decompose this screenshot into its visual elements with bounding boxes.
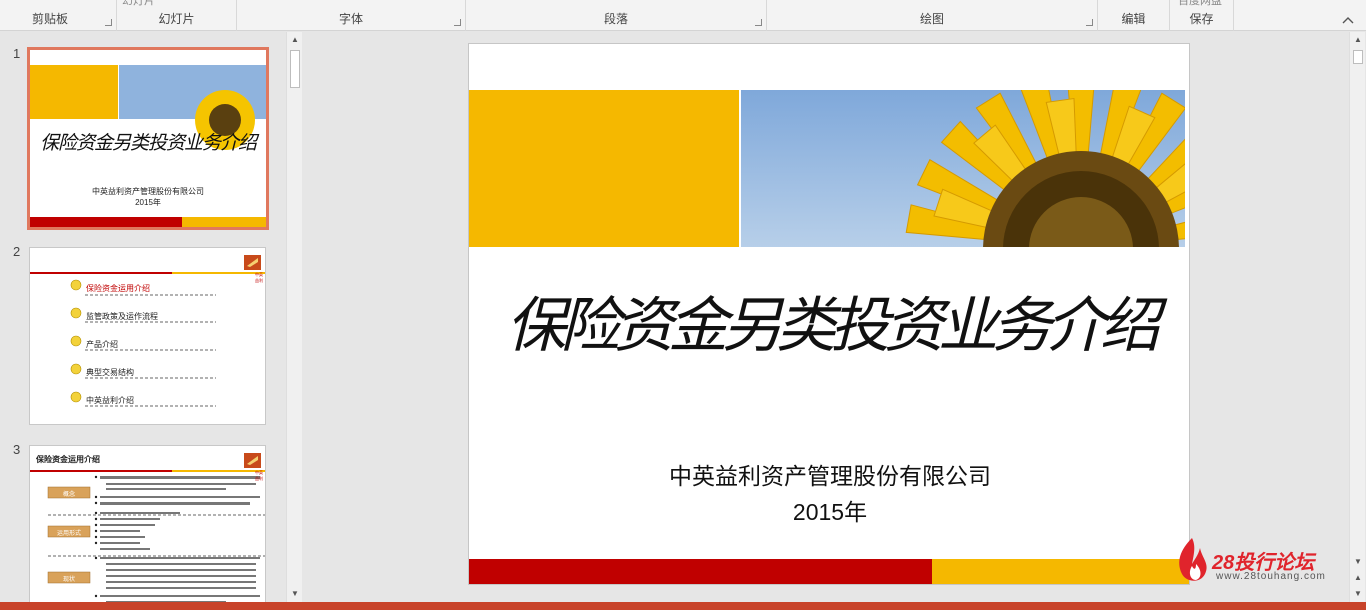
group-label: 剪贴板 xyxy=(32,12,69,26)
slide-thumbnail-pane: 1 保险资金另类投资业务介绍 中英益利资产管理股份有限公司 2015年 2 中英… xyxy=(0,32,305,610)
group-label: 幻灯片 xyxy=(158,12,195,26)
thumbnail-number: 3 xyxy=(13,442,21,457)
ribbon-group-paragraph: 段落 xyxy=(466,0,767,31)
watermark-logo: 28投行论坛 www.28touhang.com xyxy=(1172,536,1342,586)
previous-slide-icon[interactable]: ▲ xyxy=(1350,570,1366,586)
next-slide-icon[interactable]: ▼ xyxy=(1350,586,1366,602)
thumbnail-label: 现状 xyxy=(62,577,75,583)
thumbnail-title: 保险资金运用介绍 xyxy=(36,455,100,464)
thumbnail-list-item: 典型交易结构 xyxy=(86,368,134,377)
ribbon-group-drawing: 绘图 xyxy=(767,0,1098,31)
watermark-url: www.28touhang.com xyxy=(1216,571,1326,582)
drawing-launcher-icon[interactable] xyxy=(1086,19,1093,26)
group-label: 绘图 xyxy=(919,12,944,26)
scrollbar-thumb[interactable] xyxy=(290,50,300,88)
group-label: 段落 xyxy=(603,12,628,26)
chevron-up-icon xyxy=(1342,17,1354,24)
slide-year[interactable]: 2015年 xyxy=(469,493,1189,527)
slide-title[interactable]: 保险资金另类投资业务介绍 xyxy=(469,277,1189,364)
main-slide[interactable]: 保险资金另类投资业务介绍 中英益利资产管理股份有限公司 2015年 xyxy=(468,43,1190,585)
paragraph-launcher-icon[interactable] xyxy=(755,19,762,26)
ribbon: 幻灯片 百度网盘 剪贴板 幻灯片 字体 段落 绘图 编辑 保存 xyxy=(0,0,1366,31)
thumbnail-number: 1 xyxy=(13,46,21,61)
thumbnail-number: 2 xyxy=(13,244,21,259)
thumbnail-scrollbar[interactable]: ▲ ▼ xyxy=(286,32,302,602)
editor-scrollbar[interactable]: ▲ ▼ ▲ ▼ xyxy=(1349,32,1365,602)
group-label: 字体 xyxy=(338,12,363,26)
flame-icon xyxy=(1179,538,1207,581)
ribbon-group-font: 字体 xyxy=(237,0,466,31)
group-label: 保存 xyxy=(1189,12,1214,26)
thumbnail-list-item: 产品介绍 xyxy=(86,340,118,349)
slide-thumbnail-2[interactable]: 中英益利 保险资金运用介绍 监管政策及运作流程 产品介绍 典型交易结构 中英益利… xyxy=(29,247,266,425)
thumbnail-list-item: 中英益利介绍 xyxy=(86,396,134,405)
slide-thumbnail-3[interactable]: 保险资金运用介绍 中英益利 概念 运用形式 现状 xyxy=(29,445,266,610)
group-label: 编辑 xyxy=(1121,12,1146,26)
ribbon-group-slides: 幻灯片 xyxy=(117,0,237,31)
scroll-up-arrow-icon[interactable]: ▲ xyxy=(287,32,303,48)
scrollbar-thumb[interactable] xyxy=(1353,50,1363,64)
status-bar xyxy=(0,602,1366,610)
thumbnail-logo-text: 中英益利 xyxy=(255,470,263,481)
thumbnail-2-art xyxy=(30,255,265,407)
thumbnail-company: 中英益利资产管理股份有限公司 xyxy=(92,187,204,196)
thumbnail-label: 概念 xyxy=(62,492,75,498)
font-launcher-icon[interactable] xyxy=(454,19,461,26)
thumbnail-logo-text: 中英益利 xyxy=(255,272,263,283)
ribbon-group-editing: 编辑 xyxy=(1098,0,1170,31)
ribbon-group-save: 保存 xyxy=(1170,0,1234,31)
scroll-up-arrow-icon[interactable]: ▲ xyxy=(1350,32,1366,48)
thumbnail-label: 运用形式 xyxy=(56,531,81,537)
ribbon-group-clipboard: 剪贴板 xyxy=(0,0,117,31)
thumbnail-list-item: 监管政策及运作流程 xyxy=(86,312,158,321)
scroll-down-arrow-icon[interactable]: ▼ xyxy=(287,586,303,602)
collapse-ribbon-button[interactable] xyxy=(1342,11,1354,24)
scroll-down-arrow-icon[interactable]: ▼ xyxy=(1350,554,1366,570)
clipboard-launcher-icon[interactable] xyxy=(105,19,112,26)
powerpoint-window: 幻灯片 百度网盘 剪贴板 幻灯片 字体 段落 绘图 编辑 保存 1 保险资金另类… xyxy=(0,0,1366,610)
slide-thumbnail-1[interactable]: 保险资金另类投资业务介绍 中英益利资产管理股份有限公司 2015年 xyxy=(27,47,269,230)
thumbnail-list-item: 保险资金运用介绍 xyxy=(86,284,150,293)
thumbnail-title: 保险资金另类投资业务介绍 xyxy=(39,133,257,154)
slide-company[interactable]: 中英益利资产管理股份有限公司 xyxy=(469,457,1189,491)
thumbnail-year: 2015年 xyxy=(135,198,161,207)
